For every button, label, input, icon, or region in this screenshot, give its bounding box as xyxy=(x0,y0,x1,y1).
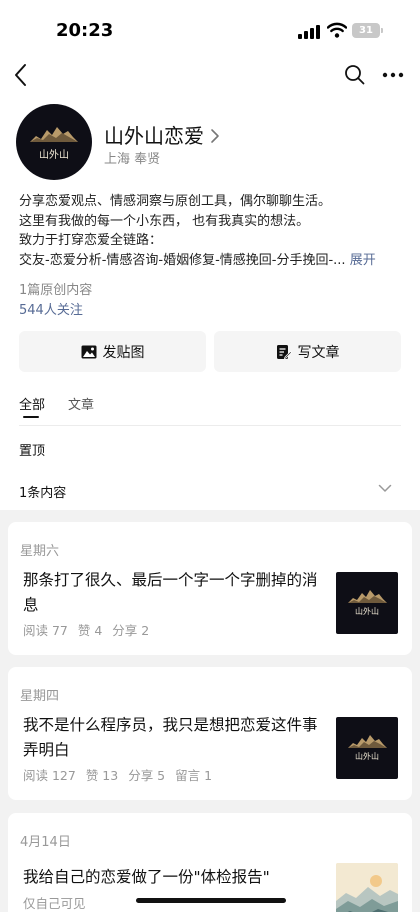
post-visibility: 仅自己可见 xyxy=(23,896,86,911)
share-count: 分享 2 xyxy=(112,623,150,638)
comment-count: 留言 1 xyxy=(175,768,213,783)
avatar-logo-text: 山外山 xyxy=(39,150,69,161)
mountain-logo-icon xyxy=(348,590,387,603)
bio-line: 这里有我做的每一个小东西， 也有我真实的想法。 xyxy=(19,213,310,229)
expand-link[interactable]: 展开 xyxy=(350,253,376,268)
pinned-row[interactable]: 1条内容 xyxy=(0,470,420,510)
original-count: 1篇原创内容 xyxy=(19,283,93,298)
like-count: 赞 4 xyxy=(77,623,103,638)
tab-active-indicator xyxy=(23,416,39,418)
post-thumbnail[interactable] xyxy=(336,863,398,912)
tab-article[interactable]: 文章 xyxy=(68,394,94,413)
read-count: 阅读 127 xyxy=(23,768,76,783)
post-card[interactable]: 星期四 我不是什么程序员，我只是想把恋爱这件事弄明白 阅读 127 赞 13 分… xyxy=(8,667,412,800)
account-bio: 分享恋爱观点、情感洞察与原创工具，偶尔聊聊生活。 这里有我做的每一个小东西， 也… xyxy=(19,192,401,270)
post-title[interactable]: 我不是什么程序员，我只是想把恋爱这件事弄明白 xyxy=(23,713,323,763)
post-date: 4月14日 xyxy=(20,835,71,850)
post-card[interactable]: 星期六 那条打了很久、最后一个字一个字删掉的消息 阅读 77 赞 4 分享 2 … xyxy=(8,522,412,655)
account-name[interactable]: 山外山恋爱 xyxy=(104,120,204,149)
profile-header: 山外山 山外山恋爱 上海 奉贤 xyxy=(16,104,404,180)
tab-all[interactable]: 全部 xyxy=(19,394,46,418)
post-date: 星期六 xyxy=(20,544,60,559)
avatar[interactable]: 山外山 xyxy=(16,104,92,180)
thumb-logo-text: 山外山 xyxy=(355,752,379,761)
name-row[interactable]: 山外山恋爱 xyxy=(104,120,220,149)
post-date: 星期四 xyxy=(20,689,60,704)
post-thumbnail[interactable]: 山外山 xyxy=(336,717,398,779)
thumb-logo-text: 山外山 xyxy=(355,607,379,616)
image-icon xyxy=(81,345,96,358)
write-article-button[interactable]: 写文章 xyxy=(214,331,401,372)
post-stats: 阅读 77 赞 4 分享 2 xyxy=(23,620,155,639)
post-stats: 阅读 127 赞 13 分享 5 留言 1 xyxy=(23,765,218,784)
pinned-section-title: 置顶 xyxy=(19,444,46,459)
wifi-icon xyxy=(327,22,347,38)
chevron-down-icon[interactable] xyxy=(378,484,392,493)
post-image-label: 发贴图 xyxy=(102,344,145,361)
status-bar: 20:23 31 xyxy=(0,0,420,58)
post-thumbnail[interactable]: 山外山 xyxy=(336,572,398,634)
tab-all-label: 全部 xyxy=(19,398,46,413)
bio-line: 交友-恋爱分析-情感咨询-婚姻修复-情感挽回-分手挽回-... xyxy=(19,252,346,268)
edit-document-icon xyxy=(276,344,292,359)
post-title[interactable]: 我给自己的恋爱做了一份"体检报告" xyxy=(23,865,323,890)
follower-count[interactable]: 544人关注 xyxy=(19,299,83,318)
back-arrow-icon[interactable] xyxy=(12,62,30,88)
bio-line-last: 交友-恋爱分析-情感咨询-婚姻修复-情感挽回-分手挽回-... 展开 xyxy=(19,251,401,271)
write-article-label: 写文章 xyxy=(297,344,340,361)
divider xyxy=(19,425,401,426)
read-count: 阅读 77 xyxy=(23,623,68,638)
like-count: 赞 13 xyxy=(85,768,119,783)
signal-icon xyxy=(298,25,320,39)
feed: 星期六 那条打了很久、最后一个字一个字删掉的消息 阅读 77 赞 4 分享 2 … xyxy=(0,510,420,912)
post-title[interactable]: 那条打了很久、最后一个字一个字删掉的消息 xyxy=(23,568,323,618)
battery-cap xyxy=(381,28,383,33)
pinned-count: 1条内容 xyxy=(19,486,67,501)
bio-line: 致力于打穿恋爱全链路： xyxy=(19,233,163,248)
account-location: 上海 奉贤 xyxy=(104,152,161,167)
mountain-logo-icon xyxy=(30,127,78,142)
more-icon[interactable] xyxy=(382,72,404,78)
post-image-button[interactable]: 发贴图 xyxy=(19,331,206,372)
mountain-logo-icon xyxy=(348,735,387,748)
chevron-right-icon[interactable] xyxy=(210,128,220,144)
nav-bar xyxy=(0,60,420,90)
home-indicator xyxy=(136,898,286,903)
search-icon[interactable] xyxy=(344,64,366,86)
share-count: 分享 5 xyxy=(128,768,166,783)
landscape-image xyxy=(336,863,398,912)
status-time: 20:23 xyxy=(56,20,114,41)
battery-icon: 31 xyxy=(352,23,380,38)
bio-line: 分享恋爱观点、情感洞察与原创工具，偶尔聊聊生活。 xyxy=(19,194,332,209)
